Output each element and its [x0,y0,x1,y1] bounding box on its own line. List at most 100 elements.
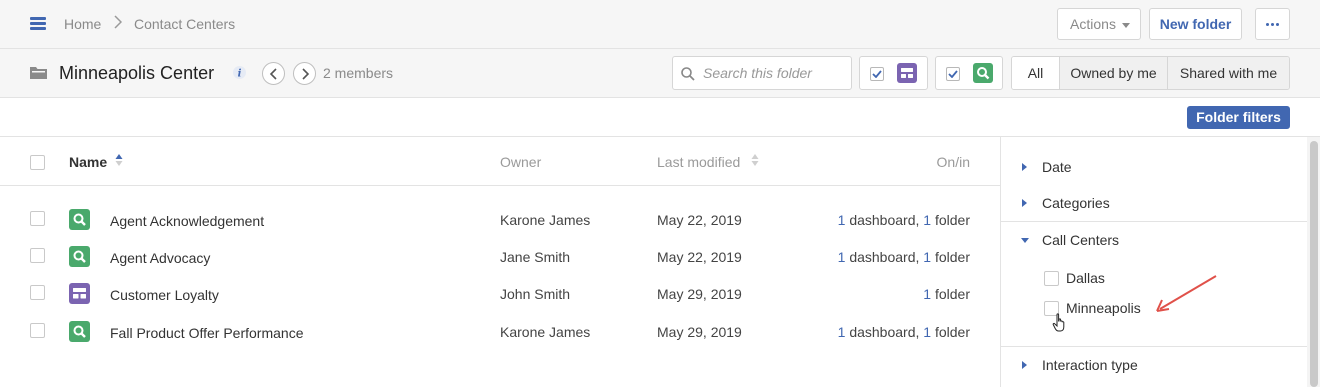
row-on-in: 1 dashboard, 1 folder [838,324,970,340]
actions-button[interactable]: Actions [1057,8,1141,40]
dashboard-label: dashboard, [849,249,920,265]
row-name[interactable]: Fall Product Offer Performance [110,325,303,341]
table-row[interactable]: Fall Product Offer Performance Karone Ja… [0,318,1000,355]
chevron-right-icon [302,68,310,80]
more-dots-icon [1266,23,1269,26]
folder-label: folder [934,249,970,265]
caret-down-icon [1122,23,1130,28]
top-bar: Home Contact Centers Actions New folder [0,0,1320,49]
look-icon [69,246,90,267]
look-type-checkbox[interactable] [946,67,960,81]
divider [1001,221,1307,222]
filter-option-label: Dallas [1066,270,1105,286]
more-options-button[interactable] [1255,8,1290,40]
row-checkbox[interactable] [30,323,45,338]
row-checkbox[interactable] [30,211,45,226]
search-field[interactable] [672,56,852,90]
table-row[interactable]: Agent Acknowledgement Karone James May 2… [0,206,1000,243]
annotation-arrow-icon [1156,275,1217,312]
folder-label: folder [934,286,970,302]
row-name[interactable]: Customer Loyalty [110,287,219,303]
caret-right-icon [1022,361,1027,369]
row-name[interactable]: Agent Advocacy [110,250,210,266]
column-name[interactable]: Name [69,154,107,170]
filter-section-label: Interaction type [1042,357,1138,373]
look-type-toggle[interactable] [935,56,1003,90]
filter-option-label: Minneapolis [1066,300,1141,316]
row-owner: Karone James [500,212,591,228]
row-on-in: 1 dashboard, 1 folder [838,212,970,228]
row-owner: Karone James [500,324,591,340]
new-folder-button[interactable]: New folder [1149,8,1242,40]
next-folder-button[interactable] [293,62,316,85]
divider [1001,346,1307,347]
filter-section-categories[interactable]: Categories [1001,193,1307,213]
svg-text:i: i [238,69,242,80]
dashboard-type-toggle[interactable] [859,56,928,90]
column-owner[interactable]: Owner [500,154,541,170]
dashboard-type-checkbox[interactable] [870,67,884,81]
breadcrumb-current: Contact Centers [134,16,236,32]
dallas-checkbox[interactable] [1044,271,1059,286]
folder-title: Minneapolis Center [59,63,215,83]
dashboard-count-link[interactable]: 1 [838,324,846,340]
folder-filters-button[interactable]: Folder filters [1187,106,1290,129]
chevron-left-icon [269,68,277,80]
row-owner: Jane Smith [500,249,571,265]
sort-icon[interactable] [751,153,759,167]
look-icon [69,209,90,230]
dashboard-label: dashboard, [849,324,920,340]
folder-count-link[interactable]: 1 [923,324,931,340]
folder-count-link[interactable]: 1 [923,286,931,302]
row-modified: May 29, 2019 [657,324,742,340]
dashboard-count-link[interactable]: 1 [838,212,846,228]
folder-count-link[interactable]: 1 [923,212,931,228]
filter-section-label: Call Centers [1042,232,1120,248]
scrollbar[interactable] [1307,137,1320,387]
caret-down-icon [1021,238,1029,243]
folder-icon [30,67,47,79]
row-name[interactable]: Agent Acknowledgement [110,213,264,229]
previous-folder-button[interactable] [262,62,285,85]
row-checkbox[interactable] [30,285,45,300]
tab-owned-by-me[interactable]: Owned by me [1059,57,1167,89]
folder-label: folder [934,212,970,228]
table-row[interactable]: Customer Loyalty John Smith May 29, 2019… [0,280,1000,317]
members-count[interactable]: 2 members [323,65,393,81]
dashboard-icon [897,63,917,83]
row-owner: John Smith [500,286,571,302]
look-icon [69,321,90,342]
filter-section-interaction-type[interactable]: Interaction type [1001,355,1307,375]
search-input[interactable] [703,64,847,82]
chevron-right-icon [114,15,122,29]
breadcrumb-home[interactable]: Home [64,16,101,32]
filter-section-call-centers[interactable]: Call Centers [1001,230,1307,250]
sort-ascending-icon[interactable] [115,153,123,167]
hamburger-menu-icon[interactable] [30,17,46,30]
caret-right-icon [1022,199,1027,207]
table-row[interactable]: Agent Advocacy Jane Smith May 22, 2019 1… [0,243,1000,280]
dashboard-icon [69,283,90,304]
dashboard-count-link[interactable]: 1 [838,249,846,265]
column-on-in: On/in [936,154,970,170]
search-icon [681,67,695,81]
filter-panel: Date Categories Call Centers Dallas Minn… [1000,137,1320,387]
row-modified: May 22, 2019 [657,212,742,228]
actions-button-label: Actions [1070,16,1116,32]
folder-count-link[interactable]: 1 [923,249,931,265]
tab-all[interactable]: All [1012,57,1059,89]
dashboard-label: dashboard, [849,212,920,228]
ownership-filter: All Owned by me Shared with me [1011,56,1290,90]
filter-section-date[interactable]: Date [1001,157,1307,177]
row-on-in: 1 folder [923,286,970,302]
select-all-checkbox[interactable] [30,155,45,170]
row-modified: May 22, 2019 [657,249,742,265]
info-icon[interactable]: i [233,66,246,79]
row-checkbox[interactable] [30,248,45,263]
scrollbar-thumb[interactable] [1310,141,1318,387]
tab-shared-with-me[interactable]: Shared with me [1167,57,1289,89]
column-last-modified[interactable]: Last modified [657,154,740,170]
filter-section-label: Date [1042,159,1072,175]
row-modified: May 29, 2019 [657,286,742,302]
row-on-in: 1 dashboard, 1 folder [838,249,970,265]
